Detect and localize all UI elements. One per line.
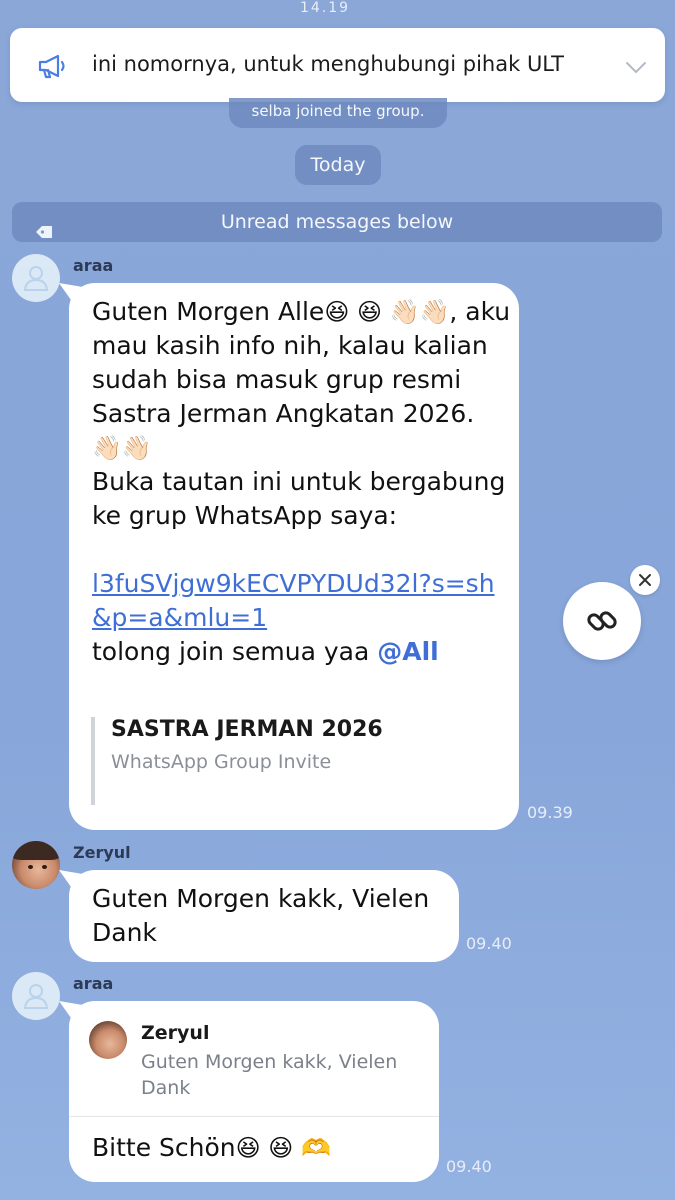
quote-sender: Zeryul [141,1022,210,1044]
megaphone-icon [36,50,68,82]
message-time: 09.40 [446,1157,492,1176]
message-line: Bitte Schön [92,1133,236,1162]
link-preview[interactable]: SASTRA JERMAN 2026 WhatsApp Group Invite [91,717,471,805]
date-divider: Today [295,145,381,185]
unread-label: Unread messages below [220,211,454,233]
message-line: Buka tautan ini untuk bergabung ke grup … [92,467,506,530]
mention-all[interactable]: @All [377,637,439,666]
message-time: 09.40 [466,934,512,953]
invite-link[interactable]: l3fuSVjgw9kECVPYDUd32l?s=sh&p=a&mlu=1 [92,569,495,632]
message-line: Guten Morgen Alle [92,297,325,326]
system-joined-notice: selba joined the group. [229,98,447,128]
sender-name[interactable]: araa [73,974,113,993]
quote-avatar [89,1021,127,1059]
bubble-tail [59,283,85,305]
open-link-button[interactable] [563,582,641,660]
avatar-araa[interactable] [12,254,60,302]
message-text: Guten Morgen kakk, Vielen Dank [92,884,430,947]
chevron-down-icon[interactable] [623,54,649,80]
unread-divider: Unread messages below [12,202,662,242]
preview-subtitle: WhatsApp Group Invite [111,751,332,773]
message-time: 09.39 [527,803,573,822]
sender-name[interactable]: Zeryul [73,843,131,862]
message-line: tolong join semua yaa [92,637,370,666]
message-bubble[interactable]: Guten Morgen kakk, Vielen Dank [59,870,459,962]
message-text: Bitte Schön😆 😆 🫶 [92,1131,331,1165]
sender-name[interactable]: araa [73,256,113,275]
reply-quote[interactable]: Zeryul Guten Morgen kakk, Vielen Dank [69,1001,439,1117]
top-timestamp: 14.19 [300,0,351,16]
announcement-text: ini nomornya, untuk menghubungi pihak UL… [92,52,564,76]
status-bar-remnant: 14.19 [0,0,675,16]
avatar-zeryul[interactable] [12,841,60,889]
message-bubble[interactable]: Guten Morgen Alle😆 😆 👋🏻👋🏻, aku mau kasih… [59,283,519,830]
emoji: 😆 😆 👋🏻👋🏻 [324,298,450,326]
message-bubble[interactable]: Zeryul Guten Morgen kakk, Vielen Dank Bi… [59,1001,439,1182]
announcement-banner[interactable]: ini nomornya, untuk menghubungi pihak UL… [10,28,665,102]
bubble-tail [59,870,85,892]
avatar-araa[interactable] [12,972,60,1020]
message-text: Guten Morgen Alle😆 😆 👋🏻👋🏻, aku mau kasih… [92,295,512,669]
emoji: 😆 😆 🫶 [235,1134,331,1162]
preview-title: SASTRA JERMAN 2026 [111,717,383,742]
close-icon[interactable] [630,565,660,595]
emoji: 👋🏻👋🏻 [92,434,152,462]
quote-text: Guten Morgen kakk, Vielen Dank [141,1051,398,1099]
tag-icon [34,214,54,238]
